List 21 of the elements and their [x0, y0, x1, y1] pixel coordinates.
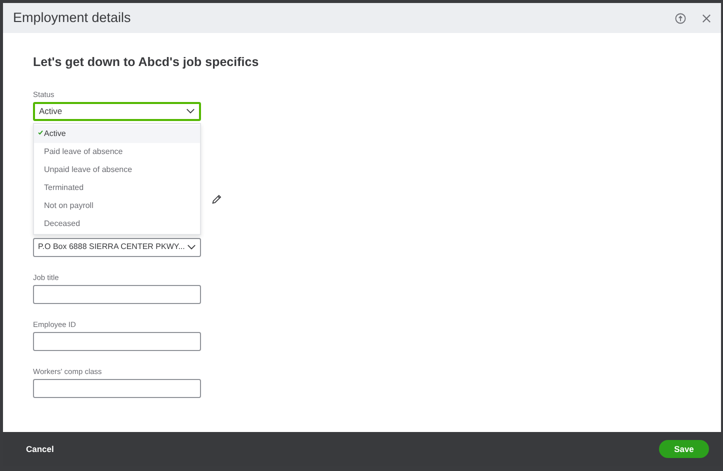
- cancel-button[interactable]: Cancel: [24, 440, 56, 458]
- dropdown-option[interactable]: Deceased: [34, 215, 200, 233]
- window-title: Employment details: [13, 8, 131, 27]
- input-field[interactable]: [33, 378, 201, 398]
- dropdown-option[interactable]: Terminated: [34, 179, 200, 197]
- input-field[interactable]: [33, 332, 201, 351]
- status-dropdown[interactable]: Active: [33, 102, 201, 121]
- caret-icon: [187, 244, 196, 250]
- page-heading: Let's get down to Abcd's job specifics: [33, 54, 260, 71]
- dropdown-option[interactable]: Paid leave of absence: [34, 143, 200, 161]
- save-button[interactable]: Save: [659, 440, 709, 458]
- input-field[interactable]: [33, 284, 201, 304]
- dropdown-option[interactable]: Unpaid leave of absence: [34, 161, 200, 179]
- work-location-dropdown[interactable]: P.O Box 6888 SIERRA CENTER PKWY...: [33, 238, 201, 257]
- help-icon[interactable]: [675, 12, 686, 24]
- pencil-icon[interactable]: [211, 194, 222, 205]
- caret-icon: [186, 108, 195, 114]
- close-icon[interactable]: [702, 14, 711, 22]
- check-icon: [38, 130, 43, 135]
- dropdown-option[interactable]: Not on payroll: [34, 197, 200, 215]
- dropdown-option[interactable]: Active: [34, 125, 200, 143]
